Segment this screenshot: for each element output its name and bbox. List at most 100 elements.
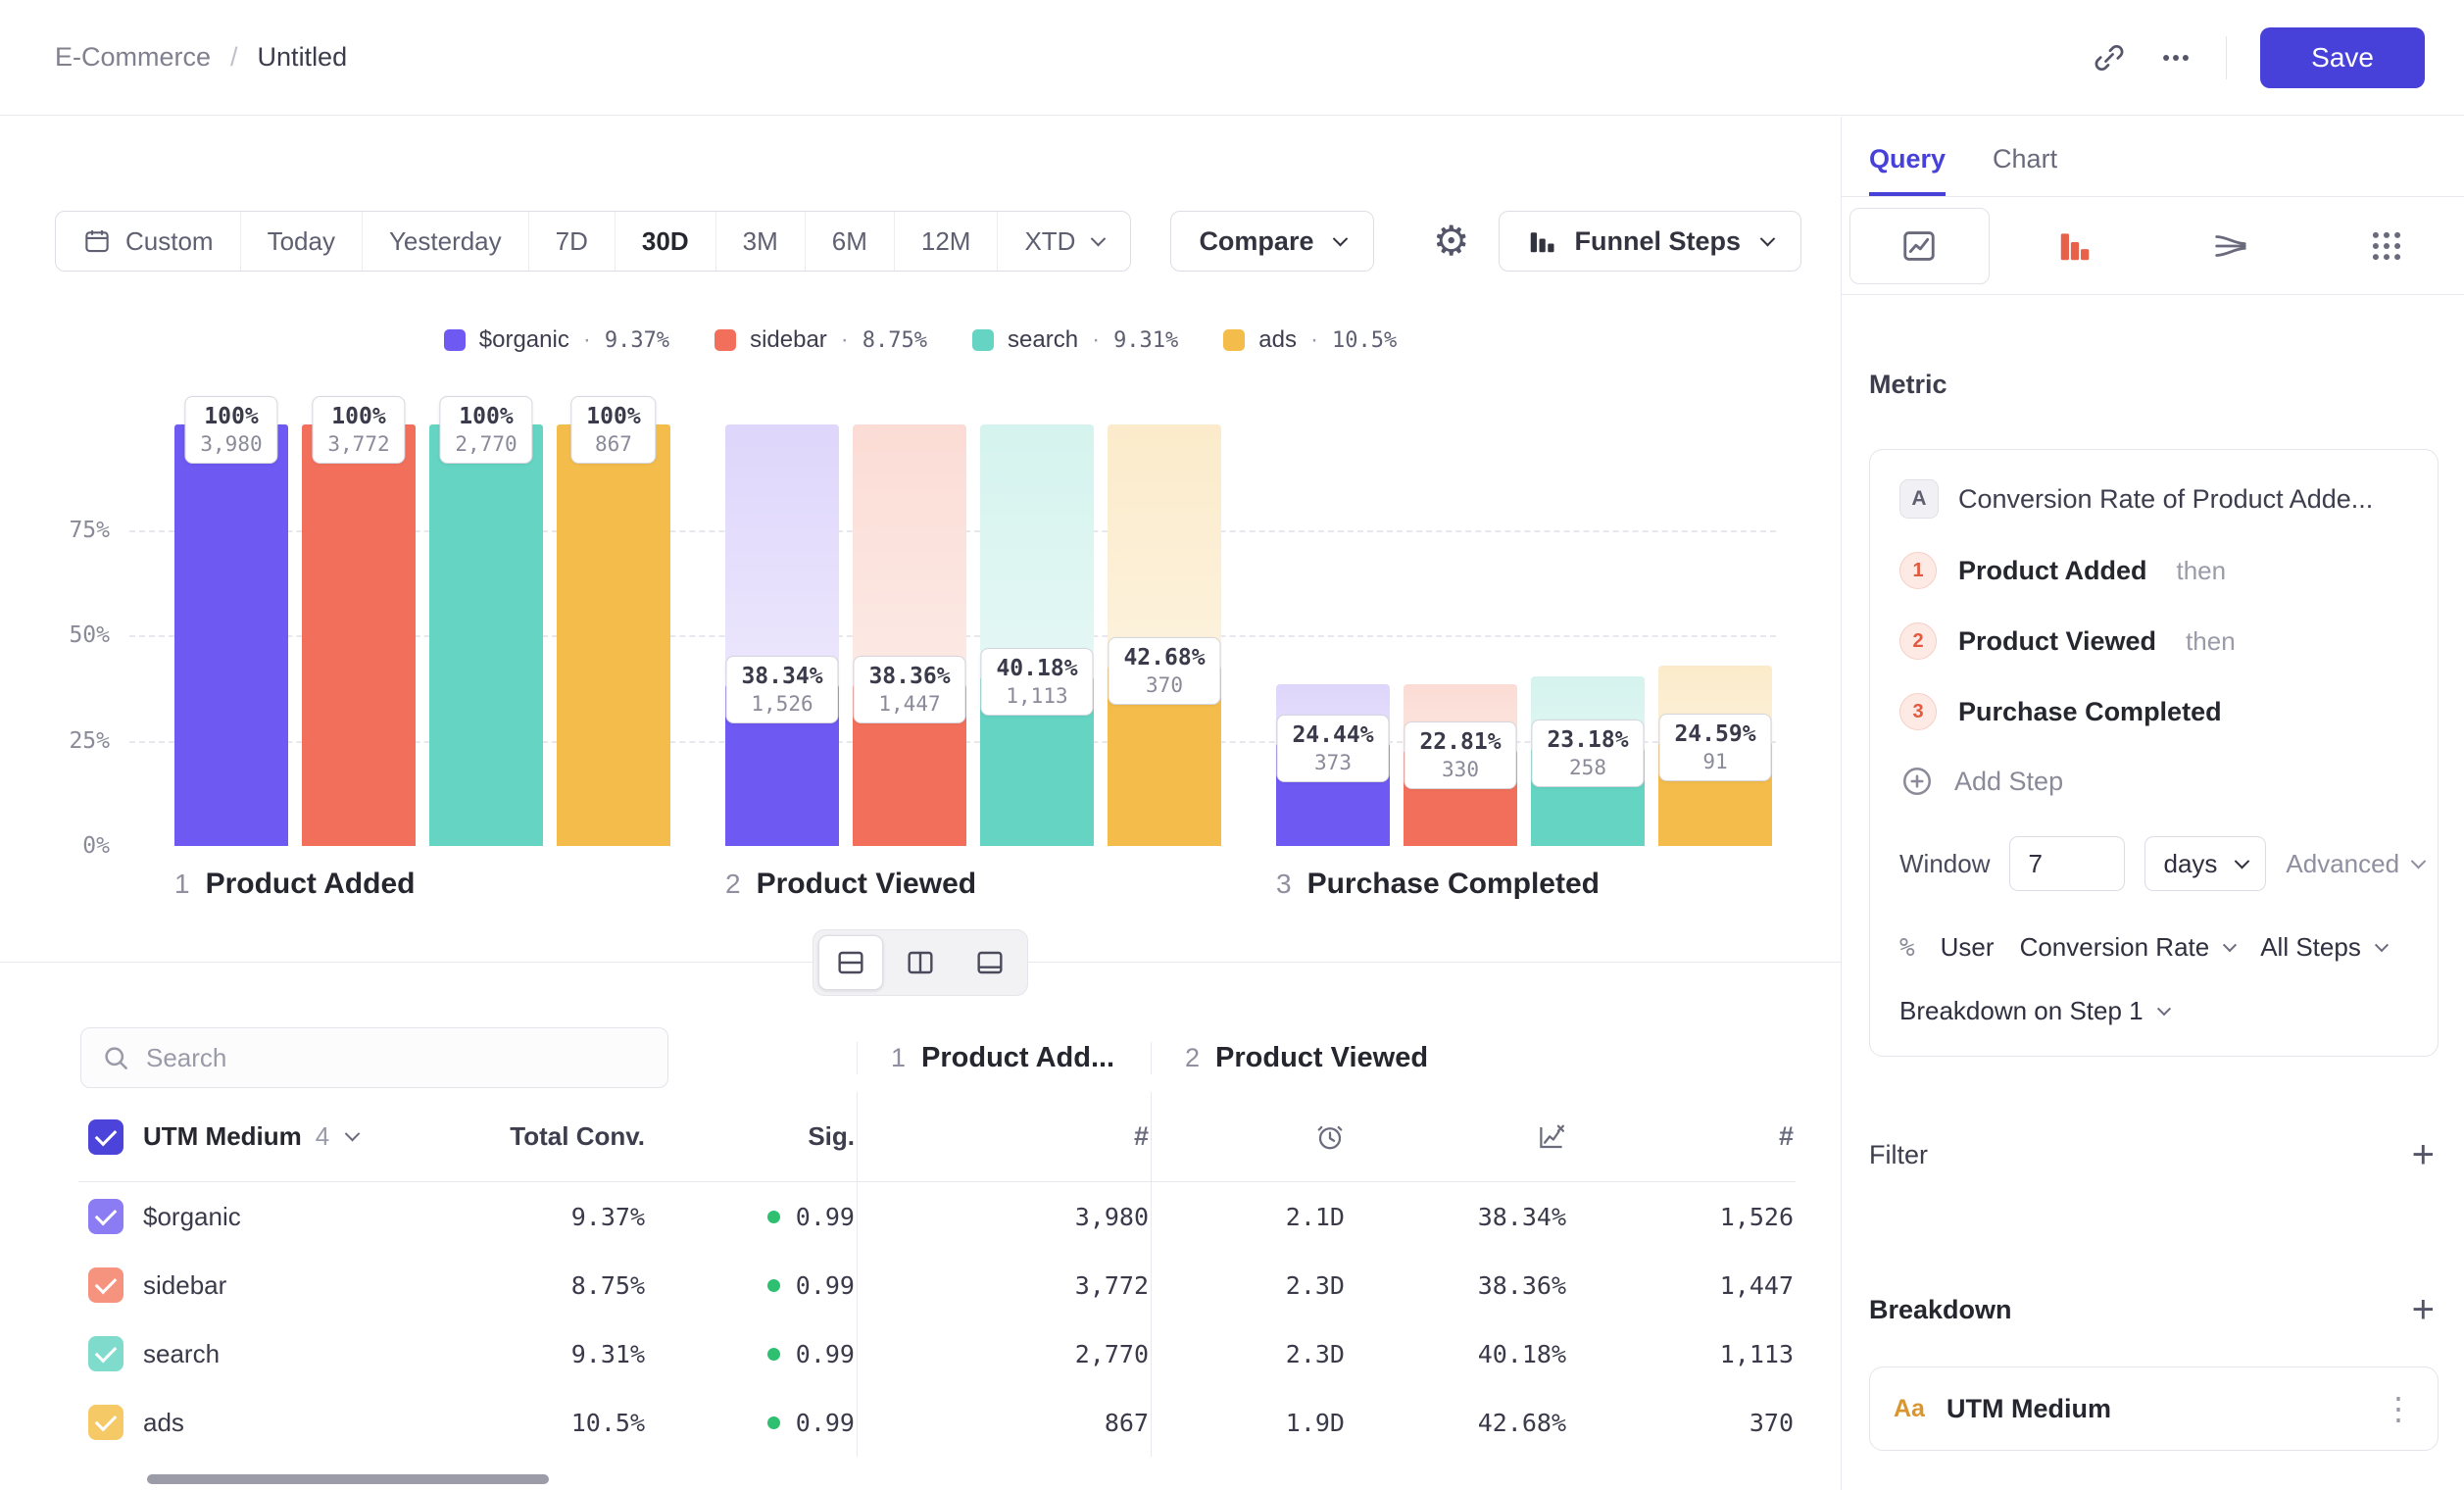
measure-type-select[interactable]: Conversion Rate	[2020, 932, 2236, 963]
funnel-bar-search-step2[interactable]: 40.18%1,113	[980, 424, 1094, 846]
layout-split-horizontal-button[interactable]	[818, 935, 883, 990]
row-checkbox[interactable]	[88, 1199, 123, 1234]
window-unit-select[interactable]: days	[2144, 836, 2266, 891]
chart-type-funnel-tab[interactable]	[1997, 197, 2153, 294]
add-breakdown-button[interactable]: +	[2412, 1290, 2435, 1329]
report-title[interactable]: Untitled	[258, 42, 348, 73]
time-to-convert-icon[interactable]	[1315, 1122, 1345, 1152]
y-tick-label: 0%	[82, 833, 110, 859]
metric-step-1[interactable]: 1Product Addedthen	[1899, 552, 2408, 589]
bar-count: 867	[586, 432, 640, 456]
step-axis-labels: 1Product Added2Product Viewed3Purchase C…	[174, 868, 1786, 901]
step-number-badge: 1	[1899, 552, 1937, 589]
date-range-3m[interactable]: 3M	[715, 212, 805, 271]
advanced-dropdown[interactable]: Advanced	[2286, 849, 2424, 879]
funnel-bar-organic-step3[interactable]: 24.44%373	[1276, 424, 1390, 846]
legend-item-sidebar[interactable]: sidebar·8.75%	[715, 326, 927, 354]
metric-step-3[interactable]: 3Purchase Completed	[1899, 693, 2408, 730]
select-all-checkbox[interactable]	[88, 1119, 123, 1155]
chart-type-insights-tab[interactable]	[1842, 197, 1997, 294]
funnel-bar-ads-step3[interactable]: 24.59%91	[1658, 424, 1772, 846]
funnel-bar-ads-step1[interactable]: 100%867	[557, 424, 670, 846]
legend-separator: ·	[841, 326, 849, 354]
split-horizontal-icon	[835, 947, 866, 978]
funnel-bar-search-step1[interactable]: 100%2,770	[429, 424, 543, 846]
date-range-30d[interactable]: 30D	[615, 212, 715, 271]
date-range-today[interactable]: Today	[240, 212, 362, 271]
metric-badge[interactable]: A	[1899, 479, 1939, 519]
table-search[interactable]	[80, 1027, 668, 1088]
measure-scope-select[interactable]: All Steps	[2260, 932, 2387, 963]
count-column-icon[interactable]: #	[1779, 1121, 1794, 1152]
more-menu-button[interactable]	[2159, 41, 2193, 74]
table-row-sidebar[interactable]: sidebar8.75%0.993,7722.3D38.36%1,447	[78, 1251, 1796, 1319]
chart-type-more-tab[interactable]	[2308, 197, 2464, 294]
chart-settings-button[interactable]: ⚙	[1433, 221, 1470, 262]
horizontal-scrollbar[interactable]	[147, 1474, 549, 1484]
table-row-ads[interactable]: ads10.5%0.998671.9D42.68%370	[78, 1388, 1796, 1457]
compare-button[interactable]: Compare	[1170, 211, 1374, 272]
metric-step-2[interactable]: 2Product Viewedthen	[1899, 622, 2408, 660]
significance-dot	[767, 1416, 780, 1429]
row-checkbox[interactable]	[88, 1267, 123, 1303]
chart-legend: $organic·9.37%sidebar·8.75%search·9.31%a…	[0, 326, 1841, 354]
funnel-bar-sidebar-step1[interactable]: 100%3,772	[302, 424, 416, 846]
legend-label: sidebar	[750, 326, 827, 354]
chart-toolbar: Custom TodayYesterday7D30D3M6M12MXTD Comp…	[55, 211, 1801, 272]
significance-value: 0.99	[796, 1203, 855, 1231]
row-checkbox[interactable]	[88, 1336, 123, 1371]
bar-count: 1,113	[996, 684, 1077, 708]
save-button[interactable]: Save	[2260, 27, 2425, 88]
funnel-bar-organic-step2[interactable]: 38.34%1,526	[725, 424, 839, 846]
gear-icon: ⚙	[1433, 221, 1470, 262]
funnel-bar-organic-step1[interactable]: 100%3,980	[174, 424, 288, 846]
legend-item-search[interactable]: search·9.31%	[972, 326, 1178, 354]
significance-dot	[767, 1348, 780, 1361]
breakdown-column-button[interactable]: UTM Medium 4	[143, 1121, 358, 1152]
funnel-bar-sidebar-step2[interactable]: 38.36%1,447	[853, 424, 966, 846]
date-range-6m[interactable]: 6M	[805, 212, 894, 271]
count-column-icon[interactable]: #	[1134, 1121, 1149, 1152]
date-range-custom[interactable]: Custom	[56, 212, 240, 271]
breadcrumb-project[interactable]: E-Commerce	[55, 42, 211, 73]
date-range-yesterday[interactable]: Yesterday	[362, 212, 528, 271]
breakdown-item-menu-button[interactable]: ⋮	[2383, 1393, 2414, 1424]
significance-header[interactable]: Sig.	[808, 1121, 855, 1152]
table-row-organic[interactable]: $organic9.37%0.993,9802.1D38.34%1,526	[78, 1182, 1796, 1251]
date-range-label: Custom	[125, 226, 214, 257]
split-vertical-icon	[905, 947, 936, 978]
add-step-button[interactable]: Add Step	[1899, 764, 2408, 799]
conversion-rate-column-icon[interactable]	[1537, 1122, 1566, 1152]
funnel-bar-search-step3[interactable]: 23.18%258	[1531, 424, 1645, 846]
funnel-bar-sidebar-step3[interactable]: 22.81%330	[1404, 424, 1517, 846]
bar-percent: 100%	[586, 404, 640, 429]
metric-title[interactable]: Conversion Rate of Product Adde...	[1958, 484, 2373, 515]
bar	[302, 424, 416, 846]
legend-item-organic[interactable]: $organic·9.37%	[444, 326, 669, 354]
total-conversion-value: 10.5%	[571, 1409, 645, 1437]
tab-chart[interactable]: Chart	[1993, 144, 2057, 196]
chart-type-button[interactable]: Funnel Steps	[1499, 211, 1801, 272]
group1-number: 1	[891, 1043, 906, 1073]
breakdown-on-step-select[interactable]: Breakdown on Step 1	[1899, 996, 2169, 1026]
search-input[interactable]	[146, 1043, 648, 1073]
tab-query[interactable]: Query	[1869, 144, 1946, 196]
breakdown-item[interactable]: Aa UTM Medium ⋮	[1869, 1366, 2439, 1451]
date-range-7d[interactable]: 7D	[528, 212, 615, 271]
layout-panel-bottom-button[interactable]	[958, 935, 1022, 990]
funnel-bar-ads-step2[interactable]: 42.68%370	[1108, 424, 1221, 846]
window-value-input[interactable]	[2009, 836, 2125, 891]
legend-item-ads[interactable]: ads·10.5%	[1223, 326, 1397, 354]
legend-value: 10.5%	[1332, 328, 1397, 353]
add-filter-button[interactable]: +	[2412, 1135, 2435, 1174]
row-checkbox[interactable]	[88, 1405, 123, 1440]
copy-link-button[interactable]	[2093, 41, 2126, 74]
measure-entity-select[interactable]: User	[1941, 932, 1995, 963]
date-range-12m[interactable]: 12M	[894, 212, 998, 271]
table-row-search[interactable]: search9.31%0.992,7702.3D40.18%1,113	[78, 1319, 1796, 1388]
chart-type-flows-tab[interactable]	[2153, 197, 2309, 294]
layout-split-vertical-button[interactable]	[888, 935, 953, 990]
bar-count: 373	[1292, 751, 1373, 774]
date-range-xtd[interactable]: XTD	[997, 212, 1130, 271]
total-conversion-header[interactable]: Total Conv.	[510, 1121, 645, 1152]
